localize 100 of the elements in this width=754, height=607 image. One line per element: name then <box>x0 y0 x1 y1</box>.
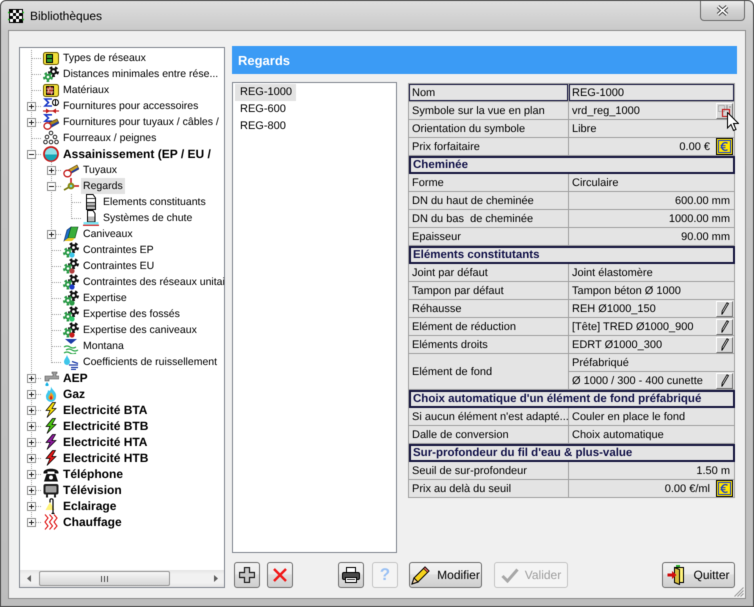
left-arrow-icon[interactable] <box>26 575 30 582</box>
value-field[interactable]: REG-1000 <box>569 84 735 102</box>
tree-item[interactable]: Electricité BTB <box>61 418 150 434</box>
print-button[interactable] <box>338 562 364 588</box>
tree-item[interactable]: Télévision <box>61 482 124 498</box>
plus-box-icon[interactable] <box>27 518 36 526</box>
edit-button[interactable] <box>716 336 733 352</box>
edit-button[interactable] <box>716 300 733 316</box>
value-field[interactable]: 0.00 €/ml <box>569 480 735 498</box>
minus-box-icon[interactable] <box>47 182 56 190</box>
value-field[interactable]: EDRT Ø1000_300 <box>569 336 735 354</box>
symbol-picker-button[interactable] <box>716 102 733 118</box>
tree-item[interactable]: Matériaux <box>61 82 112 98</box>
printer-icon <box>342 567 360 583</box>
tree-item[interactable]: Assainissement (EP / EU / <box>61 146 213 162</box>
value-field[interactable]: 0.00 € <box>569 138 735 156</box>
euro-button[interactable] <box>716 480 733 496</box>
tree-item[interactable]: Chauffage <box>61 514 124 530</box>
value-field[interactable]: Ø 1000 / 300 - 400 cunette <box>569 372 735 390</box>
tree-item[interactable]: Tuyaux <box>81 162 120 178</box>
value-field[interactable]: Choix automatique <box>569 426 735 444</box>
value-field[interactable]: 90.00 mm <box>569 228 735 246</box>
add-button[interactable] <box>234 562 260 588</box>
euro-icon <box>716 480 733 497</box>
property-label: Prix au delà du seuil <box>409 480 569 498</box>
plus-box-icon[interactable] <box>27 118 36 126</box>
value-field[interactable]: Circulaire <box>569 174 735 192</box>
plus-box-icon[interactable] <box>27 374 36 382</box>
list-item[interactable]: REG-800 <box>235 118 290 135</box>
edit-button[interactable]: Modifier <box>409 562 482 588</box>
plus-box-icon[interactable] <box>27 422 36 430</box>
telephone-icon <box>43 466 59 482</box>
plus-box-icon[interactable] <box>27 454 36 462</box>
tree-item[interactable]: Electricité HTA <box>61 434 150 450</box>
tree-item[interactable]: Elements constituants <box>101 194 208 210</box>
delete-button[interactable] <box>267 562 293 588</box>
tree-item[interactable]: Expertise des fossés <box>81 306 182 322</box>
tree-item[interactable]: Distances minimales entre rése... <box>61 66 220 82</box>
value-field[interactable]: Joint élastomère <box>569 264 735 282</box>
plus-box-icon[interactable] <box>27 102 36 110</box>
tree-item[interactable]: Montana <box>81 338 126 354</box>
value-field[interactable]: [Tête] TRED Ø1000_900 <box>569 318 735 336</box>
property-label: DN du haut de cheminée <box>409 192 569 210</box>
tree-item[interactable]: Types de réseaux <box>61 50 148 66</box>
plus-box-icon[interactable] <box>27 406 36 414</box>
plus-box-icon[interactable] <box>47 230 56 238</box>
gears-icon <box>63 274 79 290</box>
value-field[interactable]: 600.00 mm <box>569 192 735 210</box>
tree-item[interactable]: Contraintes EU <box>81 258 156 274</box>
right-arrow-icon[interactable] <box>214 575 218 582</box>
plus-icon <box>239 567 255 583</box>
value-field[interactable]: 1.50 m <box>569 462 735 480</box>
tree-item[interactable]: Fournitures pour tuyaux / câbles / <box>61 114 221 130</box>
property-label: Réhausse <box>409 300 569 318</box>
tree-item[interactable]: Electricité HTB <box>61 450 150 466</box>
quit-button[interactable]: Quitter <box>662 562 735 588</box>
tree-item[interactable]: Expertise des caniveaux <box>81 322 199 338</box>
plus-box-icon[interactable] <box>27 470 36 478</box>
plus-box-icon[interactable] <box>27 502 36 510</box>
tree-item[interactable]: AEP <box>61 370 90 386</box>
close-button[interactable] <box>700 1 745 21</box>
plus-box-icon[interactable] <box>27 438 36 446</box>
tree-item[interactable]: Fournitures pour accessoires <box>61 98 200 114</box>
list-item[interactable]: REG-1000 <box>235 84 296 101</box>
tree-item[interactable]: Eclairage <box>61 498 118 514</box>
edit-button[interactable] <box>716 318 733 334</box>
tree-item[interactable]: Coefficients de ruissellement <box>81 354 220 370</box>
tree-item[interactable]: Gaz <box>61 386 88 402</box>
tree-item[interactable]: Contraintes des réseaux unitai <box>81 274 224 290</box>
tree-item[interactable]: Expertise <box>81 290 129 306</box>
tree-item[interactable]: Regards <box>81 178 125 194</box>
plus-box-icon[interactable] <box>27 486 36 494</box>
list-item[interactable]: REG-600 <box>235 101 290 118</box>
plus-box-icon[interactable] <box>27 390 36 398</box>
cross-icon <box>273 568 287 582</box>
value-field[interactable]: Tampon béton Ø 1000 <box>569 282 735 300</box>
tree-item[interactable]: Systèmes de chute <box>101 210 194 226</box>
value-field[interactable]: 1000.00 mm <box>569 210 735 228</box>
gears-icon <box>43 66 59 82</box>
tree-item[interactable]: Electricité BTA <box>61 402 150 418</box>
value-field[interactable]: Couler en place le fond <box>569 408 735 426</box>
plus-box-icon[interactable] <box>47 166 56 174</box>
tree-item[interactable]: Contraintes EP <box>81 242 156 258</box>
value-field[interactable]: REH Ø1000_150 <box>569 300 735 318</box>
property-label: Joint par défaut <box>409 264 569 282</box>
euro-button[interactable] <box>716 138 733 154</box>
panel-title: Regards <box>232 46 737 74</box>
minus-box-icon[interactable] <box>27 150 36 158</box>
gears-icon <box>63 290 79 306</box>
tree-item[interactable]: Fourreaux / peignes <box>61 130 158 146</box>
value-field[interactable]: Libre <box>569 120 735 138</box>
value-field[interactable]: Préfabriqué <box>569 354 735 372</box>
value-field[interactable]: vrd_reg_1000 <box>569 102 735 120</box>
circles-icon <box>43 130 59 146</box>
tree-item[interactable]: Téléphone <box>61 466 126 482</box>
drop-icon <box>63 354 79 370</box>
scrollbar-thumb[interactable] <box>39 571 170 586</box>
pencil-icon <box>720 320 728 333</box>
tree-item[interactable]: Caniveaux <box>81 226 135 242</box>
edit-button[interactable] <box>716 372 733 388</box>
